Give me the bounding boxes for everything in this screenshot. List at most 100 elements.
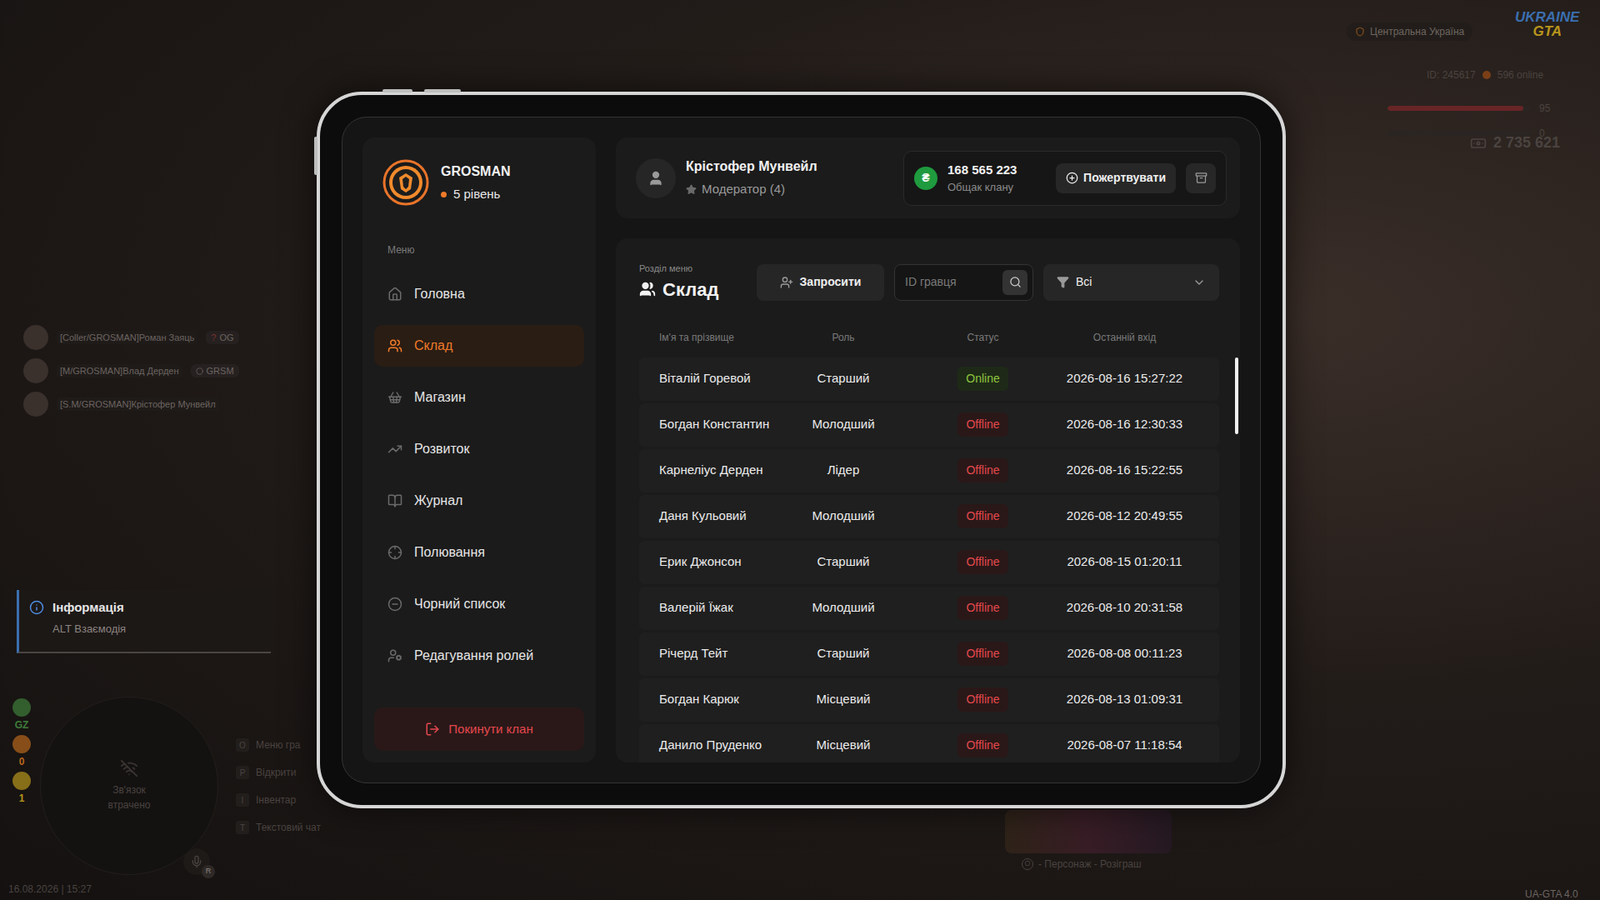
sidebar-item[interactable]: Полювання bbox=[374, 531, 585, 574]
donate-button[interactable]: Пожертвувати bbox=[1055, 163, 1176, 194]
level-dot-icon bbox=[440, 191, 447, 198]
last-login: 2026-08-15 01:20:11 bbox=[1060, 552, 1190, 572]
filter-dropdown[interactable]: Всі bbox=[1043, 264, 1220, 301]
last-login: 2026-08-10 20:31:58 bbox=[1060, 598, 1190, 618]
member-name: Данило Пруденко bbox=[659, 738, 781, 753]
sidebar-item[interactable]: Розвиток bbox=[374, 428, 585, 470]
voice-list: [Coller/GROSMAN]Роман Заяць?OG[M/GROSMAN… bbox=[23, 325, 240, 417]
indicator: 1 bbox=[12, 771, 31, 804]
member-role: Старший bbox=[780, 369, 906, 389]
region-badge: Центральна Україна bbox=[1346, 22, 1473, 41]
player-id-input[interactable] bbox=[905, 273, 998, 291]
user-icon bbox=[647, 170, 665, 187]
column-header: Роль bbox=[780, 330, 906, 345]
menu-icon bbox=[387, 338, 403, 354]
table-row[interactable]: Валерій ЇжакМолодшийOffline2026-08-10 20… bbox=[639, 586, 1220, 630]
table-row[interactable]: Віталій ГоревойСтаршийOnline2026-08-16 1… bbox=[639, 357, 1220, 401]
tablet-screen: GROSMAN5 рівень Меню Головна Склад Магазин Ро… bbox=[341, 116, 1261, 784]
last-login: 2026-08-08 00:11:23 bbox=[1060, 644, 1190, 664]
sidebar: GROSMAN5 рівень Меню Головна Склад Магазин Ро… bbox=[362, 137, 596, 763]
indicator: GZ bbox=[12, 698, 31, 730]
member-role: Старший bbox=[780, 644, 906, 664]
member-name: Ерик Джонсон bbox=[659, 555, 781, 570]
coin-icon: ₴ bbox=[914, 166, 938, 190]
last-login: 2026-08-07 11:18:54 bbox=[1060, 735, 1190, 755]
voice-tag: ?OG bbox=[205, 330, 239, 345]
scrollbar-thumb[interactable] bbox=[1235, 357, 1239, 435]
search-icon bbox=[1009, 275, 1022, 289]
search-button[interactable] bbox=[1002, 270, 1028, 295]
sidebar-item[interactable]: Склад bbox=[374, 325, 585, 367]
tablet: GROSMAN5 рівень Меню Головна Склад Магазин Ро… bbox=[316, 91, 1286, 809]
online-dot-icon bbox=[1482, 70, 1491, 80]
table-row[interactable]: Богдан КарюкМісцевийOffline2026-08-13 01… bbox=[639, 678, 1220, 722]
profile-card: Крістофер МунвейлМодератор (4)₴168 565 2… bbox=[615, 137, 1240, 219]
user-plus-icon bbox=[780, 275, 794, 290]
member-role: Місцевий bbox=[780, 735, 906, 755]
avatar bbox=[635, 158, 676, 199]
storage-button[interactable] bbox=[1185, 163, 1216, 194]
mic-button[interactable]: R bbox=[183, 848, 210, 875]
treasury: ₴168 565 223Общак клануПожертвувати bbox=[903, 150, 1227, 206]
member-name: Карнеліус Дерден bbox=[659, 463, 781, 478]
sidebar-item[interactable]: Магазин bbox=[374, 376, 585, 419]
shield-icon bbox=[1355, 26, 1365, 37]
promo-image bbox=[1005, 810, 1172, 854]
money-icon bbox=[1470, 135, 1487, 152]
status-bar: 95 bbox=[1387, 100, 1550, 116]
status-badge: Offline bbox=[957, 550, 1008, 575]
member-role: Молодший bbox=[780, 598, 906, 618]
voice-item: [M/GROSMAN]Влад ДерденGRSM bbox=[23, 358, 240, 384]
player-id-search[interactable] bbox=[894, 264, 1034, 301]
menu-label: Меню bbox=[374, 242, 585, 258]
notification: ІнформаціяALT Взаємодія bbox=[16, 590, 271, 654]
table-body: Віталій ГоревойСтаршийOnline2026-08-16 1… bbox=[639, 357, 1239, 764]
sidebar-item[interactable]: Редагування ролей bbox=[374, 635, 585, 677]
indicator-dot-icon bbox=[12, 735, 31, 754]
chevron-down-icon bbox=[1192, 275, 1206, 290]
table-row[interactable]: Карнеліус ДерденЛідерOffline2026-08-16 1… bbox=[639, 449, 1220, 493]
indicator-dot-icon bbox=[12, 698, 31, 717]
members-card: Розділ менюСкладЗапроситиВсіІм'я та пріз… bbox=[615, 238, 1240, 763]
member-name: Валерій Їжак bbox=[659, 600, 781, 615]
menu-icon bbox=[387, 648, 403, 664]
invite-button[interactable]: Запросити bbox=[756, 264, 885, 301]
section-header: Розділ менюСкладЗапроситиВсі bbox=[639, 261, 1220, 304]
hotkey: TТекстовий чат bbox=[235, 820, 321, 835]
member-name: Богдан Карюк bbox=[659, 692, 781, 707]
version: UA-GTA 4.0 bbox=[1525, 886, 1579, 900]
sidebar-item[interactable]: Чорний список bbox=[374, 583, 585, 625]
tablet-side-button-icon bbox=[314, 136, 318, 175]
sidebar-item[interactable]: Журнал bbox=[374, 480, 585, 522]
promo-caption: O- Персонаж - Розіграш bbox=[1021, 856, 1142, 872]
sidebar-item[interactable]: Головна bbox=[374, 273, 585, 315]
menu-icon bbox=[387, 596, 403, 612]
status-badge: Offline bbox=[957, 458, 1008, 483]
game-screen: Центральна УкраїнаUKRAINEGTAID: 24561759… bbox=[0, 0, 1600, 900]
status-badge: Offline bbox=[957, 641, 1008, 666]
status-badge: Offline bbox=[957, 733, 1008, 758]
indicators: GZ01 bbox=[11, 698, 32, 804]
tablet-button-icon bbox=[382, 89, 413, 93]
member-role: Молодший bbox=[780, 415, 906, 435]
menu-icon bbox=[387, 493, 403, 509]
scrollbar[interactable] bbox=[1235, 357, 1239, 764]
archive-icon bbox=[1195, 171, 1208, 185]
table-row[interactable]: Ерик ДжонсонСтаршийOffline2026-08-15 01:… bbox=[639, 540, 1220, 585]
status-badge: Offline bbox=[957, 412, 1008, 437]
hotkey: OМеню гра bbox=[235, 737, 321, 753]
menu-icon bbox=[387, 390, 403, 405]
money: 2 735 621 bbox=[1470, 131, 1560, 155]
clan-header: GROSMAN5 рівень bbox=[374, 149, 585, 206]
table-row[interactable]: Річерд ТейтСтаршийOffline2026-08-08 00:1… bbox=[639, 632, 1220, 676]
clan-logo-icon bbox=[382, 159, 430, 206]
last-login: 2026-08-12 20:49:55 bbox=[1060, 506, 1190, 526]
last-login: 2026-08-16 15:22:55 bbox=[1060, 460, 1190, 480]
table-row[interactable]: Данило ПруденкоМісцевий Offline 2026-08-07… bbox=[639, 724, 1220, 764]
table-row[interactable]: Даня КульовийМолодшийOffline2026-08-12 2… bbox=[639, 495, 1220, 539]
column-header: Статус bbox=[905, 330, 1060, 345]
leave-button[interactable]: Покинути клан bbox=[374, 707, 585, 751]
table-row[interactable]: Богдан КонстантинМолодшийOffline2026-08-… bbox=[639, 403, 1220, 447]
hotkey: PВідкрити bbox=[235, 765, 321, 780]
mic-icon bbox=[190, 855, 204, 869]
